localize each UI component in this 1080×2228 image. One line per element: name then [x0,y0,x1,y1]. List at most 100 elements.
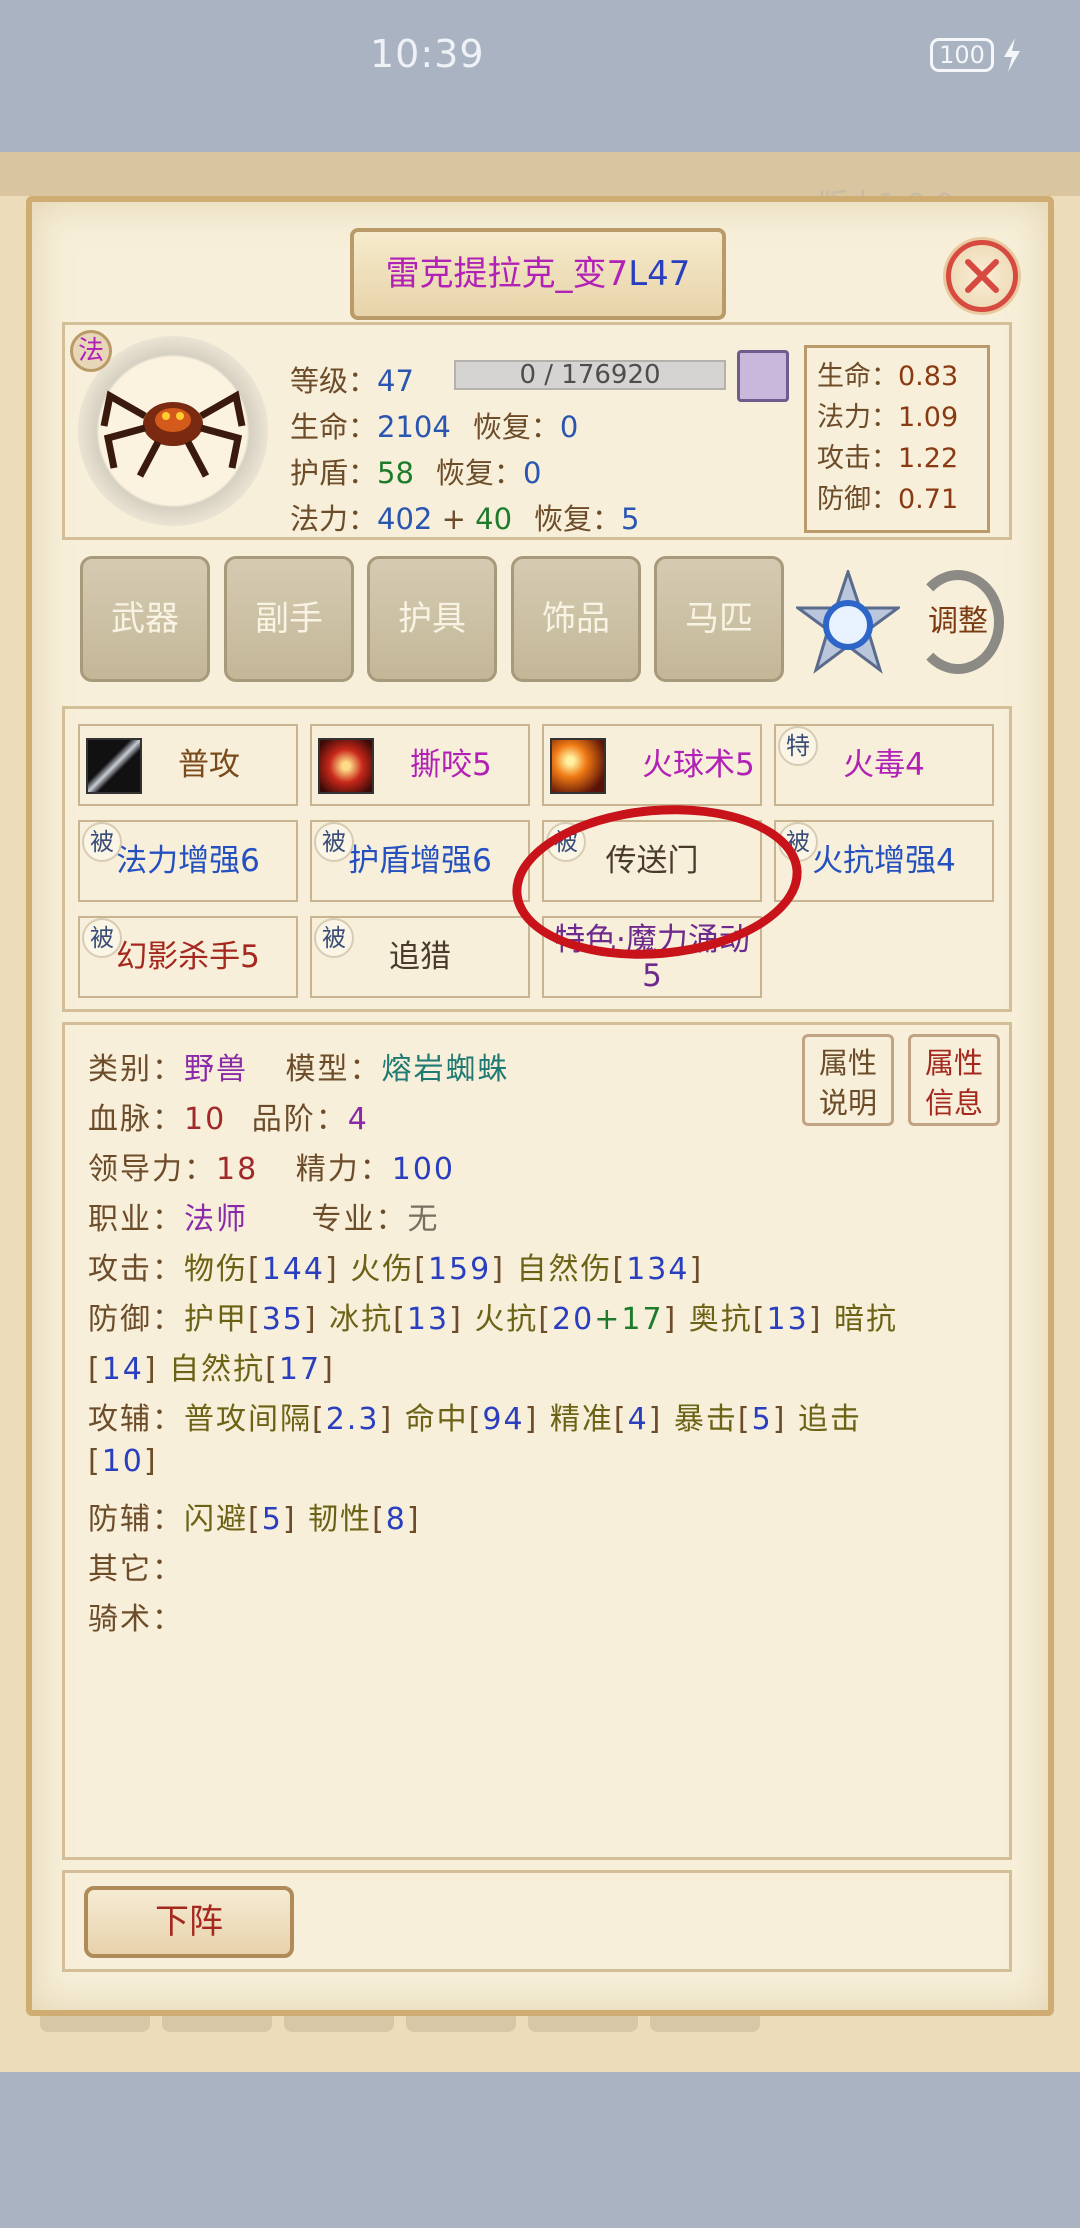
shield-value: 58 [377,456,414,490]
growth-hp-label: 生命： [817,361,898,392]
stat-name: 精准 [549,1402,614,1437]
stat-value: 13 [766,1302,809,1337]
stat-value: 17 [278,1352,322,1387]
stat-value: 4 [627,1402,649,1437]
skill-fire-resist[interactable]: 被火抗增强4 [774,820,994,902]
equip-slot-armor[interactable]: 护具 [367,556,497,682]
mana-value: 402 [377,502,433,536]
skill-label-line2: 5 [642,958,662,994]
special-tag: 特 [778,726,818,766]
sword-icon [86,738,142,794]
pet-level-tag: L47 [628,254,691,294]
mana-bonus: 40 [475,502,513,536]
close-icon [965,259,999,293]
energy-label: 精力： [295,1152,392,1187]
hp-label: 生命： [290,410,378,444]
property-info-button[interactable]: 属性 信息 [908,1034,1000,1126]
skill-mana-boost[interactable]: 被法力增强6 [78,820,298,902]
skill-label: 火毒4 [843,747,925,783]
growth-defense-value: 0.71 [898,484,959,515]
job-value: 法师 [184,1202,248,1237]
level-label: 等级： [290,364,378,398]
adjust-button[interactable]: 调整 [912,570,1004,674]
growth-mana-label: 法力： [817,402,898,433]
bottom-background [0,2072,1080,2228]
spec-label: 专业： [311,1202,408,1237]
property-explain-button[interactable]: 属性 说明 [802,1034,894,1126]
energy-value: 100 [391,1152,455,1187]
skill-fire-poison[interactable]: 特火毒4 [774,724,994,806]
skill-phantom-killer[interactable]: 被幻影杀手5 [78,916,298,998]
stat-value: 5 [261,1502,283,1537]
stat-value: 144 [261,1252,325,1287]
lead-value: 18 [216,1152,259,1187]
blood-label: 血脉： [88,1102,184,1137]
level-row: 等级：47 [290,358,414,400]
growth-attack: 攻击：1.22 [817,438,977,479]
pet-name: 雷克提拉克_变 [385,254,607,294]
stat-value: 159 [427,1252,492,1287]
stat-name: 闪避 [184,1502,248,1537]
lava-spider-icon [100,390,246,478]
stat-value: 134 [626,1252,690,1287]
attack-label: 攻击： [88,1252,184,1287]
equip-slot-offhand[interactable]: 副手 [224,556,354,682]
bottom-tab-strip [40,2016,1040,2036]
equip-slot-weapon[interactable]: 武器 [80,556,210,682]
mana-row: 法力：402 + 40 恢复：5 [290,496,640,538]
model-value: 熔岩蜘蛛 [381,1052,510,1087]
growth-box: 生命：0.83 法力：1.09 攻击：1.22 防御：0.71 [804,345,990,533]
skill-normal-attack[interactable]: 普攻 [78,724,298,806]
skill-label: 法力增强6 [116,843,260,879]
stat-name: 奥抗 [688,1302,753,1337]
blood-value: 10 [184,1102,227,1137]
stat-name: 自然伤 [516,1252,613,1287]
stat-name: 追击 [797,1402,862,1437]
detail-ride-row: 骑术： [88,1594,184,1638]
skill-label: 追猎 [389,939,451,975]
remove-from-team-button[interactable]: 下阵 [84,1886,294,1958]
skill-bite[interactable]: 撕咬5 [310,724,530,806]
stat-name: 火伤 [350,1252,415,1287]
hp-value: 2104 [377,410,451,444]
shield-regen-value: 0 [522,456,542,490]
skill-hunt[interactable]: 被追猎 [310,916,530,998]
stat-name: 自然抗 [169,1352,266,1387]
growth-attack-value: 1.22 [898,443,959,474]
growth-defense: 防御：0.71 [817,479,977,520]
hp-regen-value: 0 [559,410,579,444]
skill-fireball[interactable]: 火球术5 [542,724,762,806]
passive-tag: 被 [314,822,354,862]
stat-value: 8 [385,1502,407,1537]
stat-name: 普攻间隔 [184,1402,312,1437]
other-label: 其它： [88,1552,184,1587]
star-emblem-icon[interactable] [796,570,900,674]
equip-slot-mount[interactable]: 马匹 [654,556,784,682]
button-line2: 信息 [924,1086,983,1120]
close-button[interactable] [946,240,1018,312]
defense-label: 防御： [88,1302,184,1337]
status-time: 10:39 [370,32,485,76]
job-label: 职业： [88,1202,184,1237]
button-line1: 属性 [924,1046,983,1080]
defense-aux-label: 防辅： [88,1502,184,1537]
mana-regen-value: 5 [621,502,640,536]
passive-tag: 被 [82,918,122,958]
type-label: 类别： [88,1052,184,1087]
equip-slot-accessory[interactable]: 饰品 [511,556,641,682]
stat-value: 13 [406,1302,450,1337]
passive-tag: 被 [314,918,354,958]
ride-label: 骑术： [88,1602,184,1637]
held-item-slot[interactable] [737,350,789,402]
bite-icon [318,738,374,794]
lead-label: 领导力： [88,1152,216,1187]
growth-hp: 生命：0.83 [817,356,977,397]
battery-icon: 100 [930,38,994,72]
skill-shield-boost[interactable]: 被护盾增强6 [310,820,530,902]
grade-value: 4 [347,1102,369,1137]
detail-job-row: 职业：法师 专业：无 [88,1194,440,1238]
detail-lead-row: 领导力：18 精力：100 [88,1144,455,1188]
level-value: 47 [377,364,414,398]
attack-aux-label: 攻辅： [88,1402,184,1437]
pet-variant-number: 7 [606,254,629,294]
